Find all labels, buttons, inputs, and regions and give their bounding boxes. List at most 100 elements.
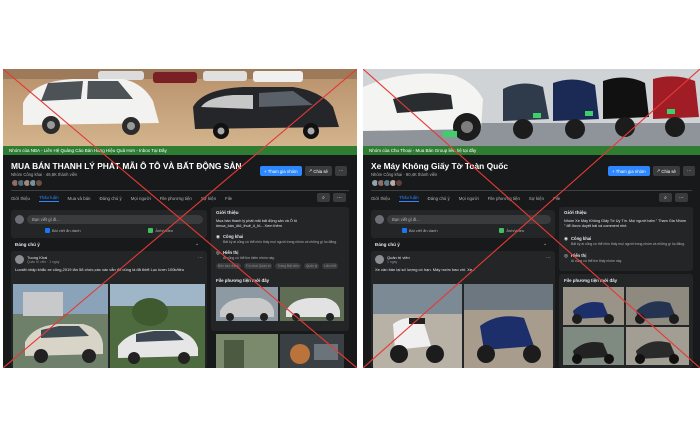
post-text: Xe cần bán lại số lượng có hạn. Máy nước…: [375, 267, 476, 272]
about-title: Giới thiệu: [216, 211, 239, 216]
more-icon[interactable]: ⋯: [546, 255, 551, 261]
tab-featured[interactable]: Đáng chú ý: [428, 196, 450, 201]
screenshot-composite: Nhóm của NBA - Liên Hệ Quảng Cáo Bán Hàn…: [0, 0, 700, 438]
more-icon[interactable]: ⋯: [675, 193, 688, 202]
composer-card: Bạn viết gì đi... Bài viết ẩn danh Ảnh/v…: [11, 210, 207, 238]
media-thumb[interactable]: [563, 287, 624, 325]
header-actions: + Tham gia nhóm ↗ Chia sẻ ⋯: [260, 166, 348, 176]
about-title: Giới thiệu: [564, 211, 587, 216]
public-desc: Bất kỳ ai cũng có thể nhìn thấy mọi ngườ…: [571, 242, 686, 246]
avatar: [395, 179, 403, 187]
tab-media[interactable]: File phương tiện: [160, 196, 192, 201]
photo-video-label: Ảnh/video: [506, 228, 525, 233]
tab-events[interactable]: Sự kiện: [529, 196, 544, 201]
anonymous-post-button[interactable]: Bài viết ẩn danh: [44, 228, 81, 233]
post-text: Lucsitt nhập khẩu xe cũng,2019 lăn 58 ch…: [15, 267, 184, 272]
anonymous-icon: [44, 228, 50, 233]
tag[interactable]: Trò chơi Quân trị: [243, 263, 273, 269]
cover-photo-motorbikes: [363, 69, 700, 146]
media-thumb[interactable]: [626, 287, 689, 325]
composer-card: Bạn viết gì đi... Bài viết ẩn danh Ảnh/v…: [371, 210, 555, 238]
more-button[interactable]: ⋯: [334, 166, 348, 176]
visible-title: Hiển thị: [223, 250, 239, 255]
tab-about[interactable]: Giới thiệu: [11, 196, 30, 201]
more-button[interactable]: ⋯: [682, 166, 696, 176]
join-group-button[interactable]: + Tham gia nhóm: [260, 166, 302, 176]
about-text: Nhóm Xe Máy Không Giấy Tờ Uy Tín. Mọi ng…: [564, 219, 686, 228]
post-time: Quản trị viên · 1 ngày: [27, 260, 60, 264]
tab-buy-sell[interactable]: Mua và bán: [68, 196, 91, 201]
share-label: Chia sẻ: [661, 168, 676, 174]
avatar: [375, 255, 384, 264]
cover-photo-cars: [3, 69, 357, 146]
compose-input[interactable]: Bạn viết gì đi...: [387, 215, 551, 224]
post-card: Quản trị viên 1 ngày ⋯ Xe cần bán lại số…: [371, 251, 555, 368]
group-ribbon[interactable]: Nhóm của NBA - Liên Hệ Quảng Cáo Bán Hàn…: [3, 146, 357, 155]
about-card: Giới thiệu Nhóm Xe Máy Không Giấy Tờ Uy …: [559, 207, 693, 271]
compose-actions: Bài viết ẩn danh Ảnh/video: [371, 228, 555, 233]
photo-icon: [148, 228, 154, 233]
tab-people[interactable]: Mọi người: [131, 196, 151, 201]
share-button[interactable]: ↗ Chia sẻ: [652, 166, 680, 176]
tab-actions: ⌕ ⋯: [659, 193, 688, 202]
tag[interactable]: Liên Kết: [322, 263, 339, 269]
public-title: Công khai: [223, 234, 244, 239]
media-thumb[interactable]: [280, 334, 344, 368]
avatar: [15, 215, 24, 224]
more-icon[interactable]: ⋯: [198, 255, 203, 261]
tag[interactable]: Bến tour đánh: [216, 263, 241, 269]
media-thumb[interactable]: [216, 334, 278, 368]
post-photo[interactable]: [373, 284, 462, 368]
featured-heading: Đáng chú ý: [15, 242, 40, 247]
share-label: Chia sẻ: [313, 168, 328, 174]
media-thumb[interactable]: [280, 287, 344, 321]
anonymous-label: Bài viết ẩn danh: [51, 228, 81, 233]
media-thumb[interactable]: [563, 327, 624, 365]
group-ribbon[interactable]: Nhóm của Chu Thoại - Mua Bán Group liên …: [363, 146, 700, 155]
chevron-down-icon[interactable]: ⌄: [543, 241, 547, 247]
post-card: Tuong Khai Quản trị viên · 1 ngày ⋯ Lucs…: [11, 251, 207, 368]
post-photo[interactable]: [110, 284, 205, 368]
avatar: [15, 255, 24, 264]
about-text: Mua bán thanh lý phát mãi bất động sản v…: [216, 219, 298, 228]
left-group-page: Nhóm của NBA - Liên Hệ Quảng Cáo Bán Hàn…: [3, 69, 357, 368]
anonymous-post-button[interactable]: Bài viết ẩn danh: [401, 228, 438, 233]
tab-media[interactable]: File phương tiện: [488, 196, 520, 201]
tab-events[interactable]: Sự kiện: [201, 196, 216, 201]
tag[interactable]: Trang Bất viên: [275, 263, 301, 269]
group-meta: Nhóm Công khai · 80,4K thành viên: [371, 172, 438, 177]
member-avatars: [371, 179, 403, 187]
member-avatars: [11, 179, 43, 187]
feed-area: Bạn viết gì đi... Bài viết ẩn danh Ảnh/v…: [363, 207, 700, 368]
more-icon[interactable]: ⋯: [333, 193, 346, 202]
tab-discussion[interactable]: Thảo luận: [39, 195, 59, 202]
globe-icon: ◉: [564, 236, 569, 241]
photo-video-button[interactable]: Ảnh/video: [499, 228, 524, 233]
recent-media-card: File phương tiện mới đây: [559, 274, 693, 368]
post-photo[interactable]: [13, 284, 108, 368]
tab-files[interactable]: File: [225, 196, 232, 201]
photo-icon: [499, 228, 505, 233]
about-card: Giới thiệu Mua bán thanh lý phát mãi bất…: [211, 207, 349, 331]
tag[interactable]: Quản lý: [303, 263, 320, 269]
tab-about[interactable]: Giới thiệu: [371, 196, 390, 201]
right-group-page: Nhóm của Chu Thoại - Mua Bán Group liên …: [363, 69, 700, 368]
join-group-button[interactable]: + Tham gia nhóm: [608, 166, 650, 176]
tab-people[interactable]: Mọi người: [459, 196, 479, 201]
tab-featured[interactable]: Đáng chú ý: [99, 196, 121, 201]
eye-icon: ◎: [216, 250, 221, 255]
tab-discussion[interactable]: Thảo luận: [399, 195, 419, 202]
share-button[interactable]: ↗ Chia sẻ: [304, 166, 332, 176]
media-thumb[interactable]: [626, 327, 689, 365]
chevron-down-icon[interactable]: ⌄: [195, 241, 199, 247]
compose-input[interactable]: Bạn viết gì đi...: [27, 215, 203, 224]
tab-files[interactable]: File: [553, 196, 560, 201]
search-icon[interactable]: ⌕: [659, 193, 672, 202]
media-thumb[interactable]: [216, 287, 278, 321]
search-icon[interactable]: ⌕: [317, 193, 330, 202]
group-meta: Nhóm Công khai · 46,8K thành viên: [11, 172, 78, 177]
post-photo[interactable]: [464, 284, 553, 368]
avatar: [35, 179, 43, 187]
photo-video-button[interactable]: Ảnh/video: [148, 228, 173, 233]
group-title: Xe Máy Không Giấy Tờ Toàn Quốc: [371, 161, 509, 171]
